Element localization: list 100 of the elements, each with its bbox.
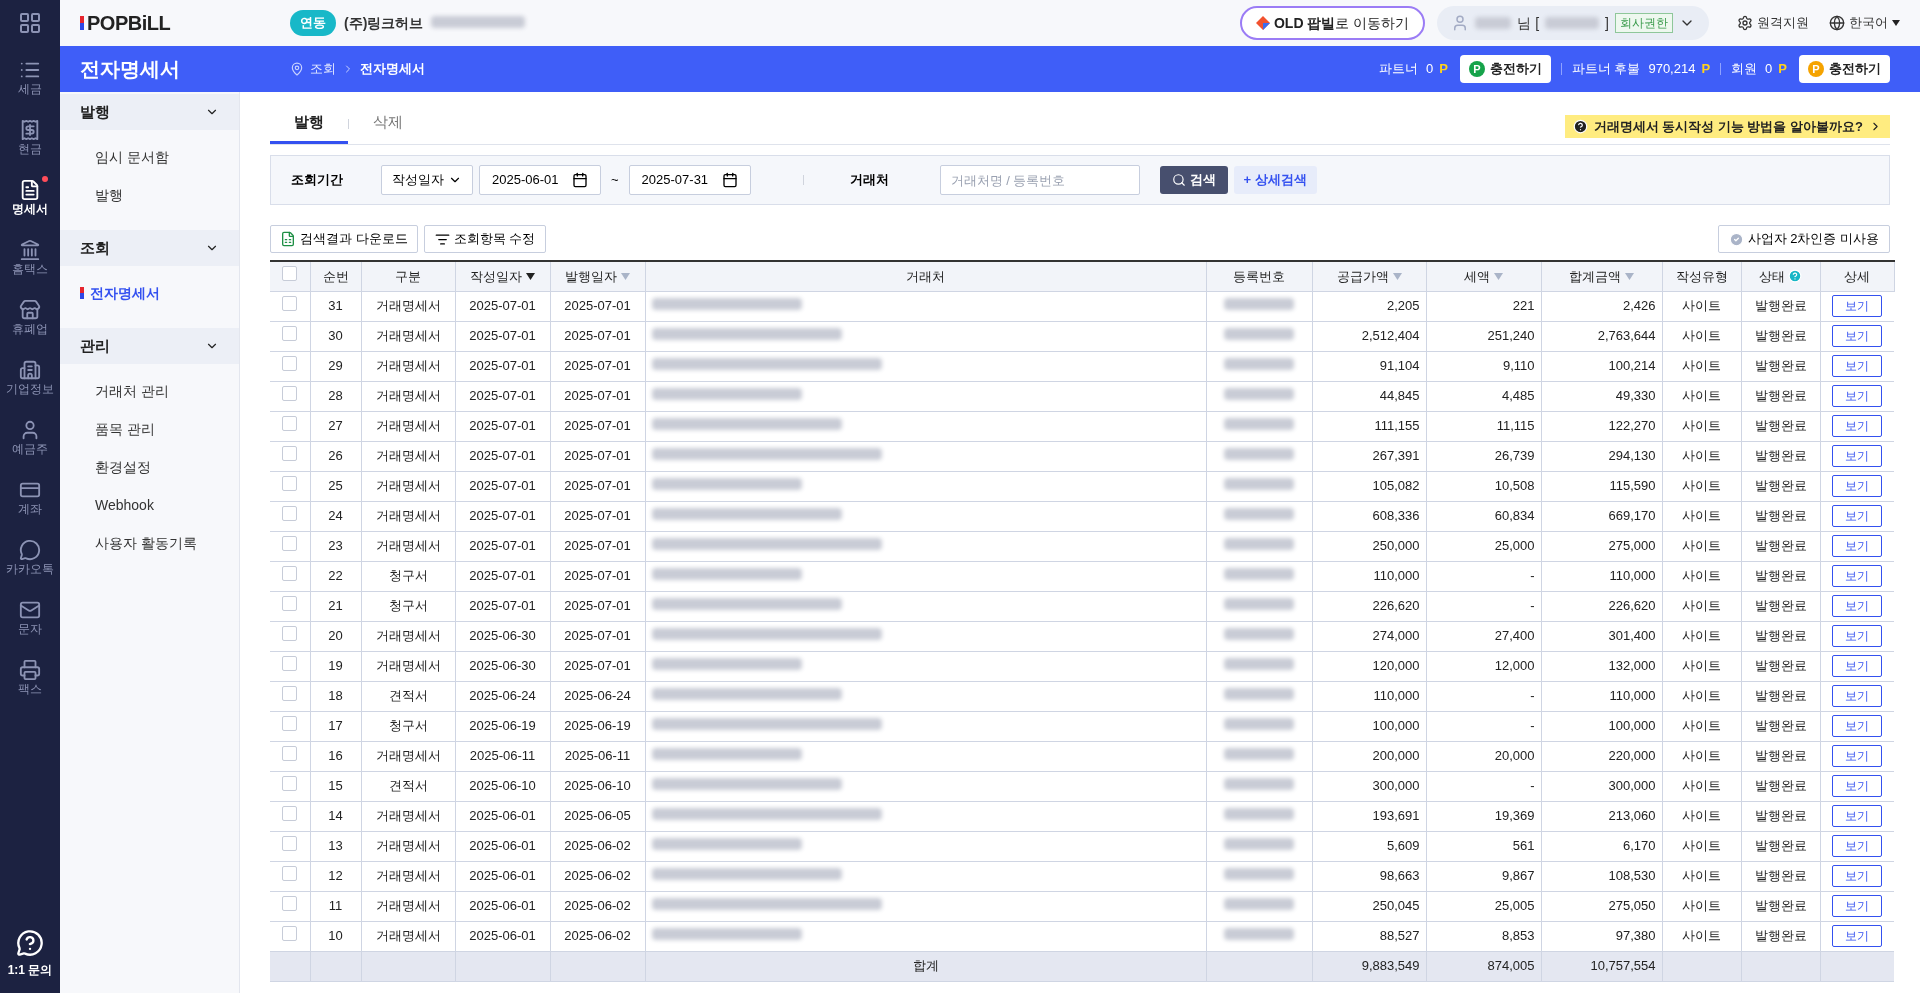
breadcrumb-item[interactable]: 조회 [310,59,336,79]
sort-icon[interactable] [526,272,535,280]
table-cell: 거래명세서 [361,801,455,831]
row-checkbox[interactable] [282,895,298,911]
rail-item[interactable]: 현금 [0,110,60,164]
rail-item[interactable]: 홈택스 [0,230,60,284]
table-cell: 213,060 [1541,801,1662,831]
charge-button[interactable]: P 충전하기 [1459,55,1551,83]
row-checkbox[interactable] [282,865,298,881]
row-checkbox[interactable] [282,266,298,281]
view-button[interactable]: 보기 [1832,655,1883,677]
row-checkbox[interactable] [282,715,298,731]
view-button[interactable]: 보기 [1832,595,1883,617]
table-cell: 발행완료 [1741,381,1820,411]
row-checkbox[interactable] [282,655,298,671]
row-checkbox[interactable] [282,295,298,311]
view-button[interactable]: 보기 [1832,865,1883,887]
tab[interactable]: 삭제 [349,104,427,144]
nav-item[interactable]: 사용자 활동기록 [60,524,239,562]
language-select[interactable]: 한국어 [1829,13,1900,33]
row-checkbox[interactable] [282,355,298,371]
nav-group-header[interactable]: 발행 [60,94,239,130]
row-checkbox[interactable] [282,565,298,581]
view-button[interactable]: 보기 [1832,565,1883,587]
date-field[interactable]: 2025-06-01 [479,165,601,195]
table-cell: 2025-07-01 [455,501,550,531]
view-button[interactable]: 보기 [1832,775,1883,797]
inquiry-button[interactable]: 1:1 문의 [7,929,53,979]
view-button[interactable]: 보기 [1832,925,1883,947]
row-checkbox[interactable] [282,385,298,401]
view-button[interactable]: 보기 [1832,535,1883,557]
nav-item[interactable]: 발행 [60,176,239,214]
nav-item[interactable]: 품목 관리 [60,410,239,448]
view-button[interactable]: 보기 [1832,715,1883,737]
view-button[interactable]: 보기 [1832,475,1883,497]
row-checkbox[interactable] [282,925,298,941]
row-checkbox[interactable] [282,775,298,791]
nav-item[interactable]: 환경설정 [60,448,239,486]
view-button[interactable]: 보기 [1832,625,1883,647]
row-checkbox[interactable] [282,325,298,341]
view-button[interactable]: 보기 [1832,355,1883,377]
nav-item[interactable]: 임시 문서함 [60,138,239,176]
row-checkbox[interactable] [282,745,298,761]
rail-item[interactable]: 문자 [0,590,60,644]
nav-group-header[interactable]: 조회 [60,230,239,266]
apps-menu-icon[interactable] [18,11,42,35]
view-button[interactable]: 보기 [1832,445,1883,467]
row-checkbox[interactable] [282,505,298,521]
row-checkbox[interactable] [282,625,298,641]
old-site-link[interactable]: OLD 팝빌로 이동하기 [1240,6,1426,40]
view-button[interactable]: 보기 [1832,895,1883,917]
view-button[interactable]: 보기 [1832,385,1883,407]
edit-columns-button[interactable]: 조회항목 수정 [423,225,547,253]
balance-label: 파트너 후불 [1571,60,1641,79]
tab[interactable]: 발행 [270,104,348,144]
logo[interactable]: POPBiLL [60,8,290,38]
view-button[interactable]: 보기 [1832,685,1883,707]
row-checkbox[interactable] [282,805,298,821]
view-button[interactable]: 보기 [1832,415,1883,437]
partner-search-field[interactable]: 거래처명 / 등록번호 [939,165,1140,195]
view-button[interactable]: 보기 [1832,505,1883,527]
table-cell: 88,527 [1312,921,1426,951]
rail-item[interactable]: 계좌 [0,470,60,524]
view-button[interactable]: 보기 [1832,745,1883,767]
date-type-select[interactable]: 작성일자 [381,165,473,195]
view-button[interactable]: 보기 [1832,295,1883,317]
view-button[interactable]: 보기 [1832,835,1883,857]
view-button[interactable]: 보기 [1832,325,1883,347]
table-cell: 청구서 [361,561,455,591]
row-checkbox[interactable] [282,835,298,851]
nav-group-header[interactable]: 관리 [60,328,239,364]
rail-item[interactable]: 휴폐업 [0,290,60,344]
download-button[interactable]: 검색결과 다운로드 [270,225,418,253]
rail-item[interactable]: 팩스 [0,650,60,704]
nav-item[interactable]: Webhook [60,486,239,524]
row-checkbox[interactable] [282,535,298,551]
view-button[interactable]: 보기 [1832,805,1883,827]
row-checkbox[interactable] [282,685,298,701]
rail-item[interactable]: 예금주 [0,410,60,464]
rail-item[interactable]: 기업정보 [0,350,60,404]
advanced-search-button[interactable]: + 상세검색 [1233,166,1317,194]
row-checkbox[interactable] [282,445,298,461]
row-checkbox[interactable] [282,475,298,491]
remote-support-link[interactable]: 원격지원 [1737,13,1809,33]
blurred-text [1224,448,1294,461]
table-cell: 91,104 [1312,351,1426,381]
date-field[interactable]: 2025-07-31 [628,165,751,195]
rail-item[interactable]: 카카오톡 [0,530,60,584]
help-link[interactable]: 거래명세서 동시작성 기능 방법을 알아볼까요? [1564,114,1890,138]
row-checkbox[interactable] [282,415,298,431]
charge-button[interactable]: P 충전하기 [1799,55,1890,83]
user-menu[interactable]: 님 [ ] 회사권한 [1437,6,1709,40]
nav-item[interactable]: 전자명세서 [60,274,239,312]
nav-item[interactable]: 거래처 관리 [60,372,239,410]
two-factor-button[interactable]: 사업자 2차인증 미사용 [1717,225,1890,253]
rail-item[interactable]: 세금 [0,50,60,104]
row-checkbox[interactable] [282,595,298,611]
search-button[interactable]: 검색 [1159,166,1228,194]
rail-item[interactable]: 명세서 [0,170,60,224]
info-icon[interactable] [1788,269,1802,284]
